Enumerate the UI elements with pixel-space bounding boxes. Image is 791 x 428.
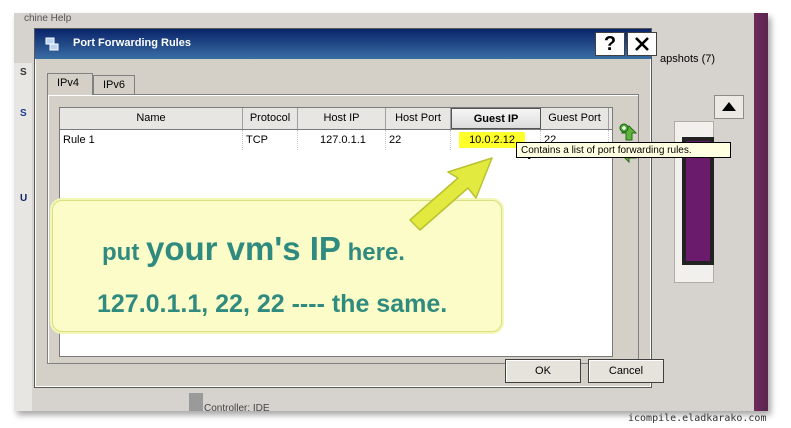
annotation-arrow-icon — [409, 157, 493, 231]
table-header: Name Protocol Host IP Host Port Guest IP… — [60, 108, 612, 130]
annotation-line-1: put your vm's IP here. — [102, 230, 405, 268]
background-sidebar: S S U — [14, 63, 32, 411]
tab-ipv6[interactable]: IPv6 — [93, 75, 135, 94]
column-header-protocol[interactable]: Protocol — [243, 108, 298, 129]
background-scrollbar — [189, 393, 203, 411]
column-header-host-port[interactable]: Host Port — [386, 108, 451, 129]
background-icon: S — [20, 67, 27, 78]
close-button[interactable] — [627, 32, 657, 56]
column-header-name[interactable]: Name — [60, 108, 243, 129]
tab-ipv4[interactable]: IPv4 — [47, 73, 93, 95]
cell-protocol[interactable]: TCP — [243, 130, 298, 150]
dialog-title: Port Forwarding Rules — [73, 37, 191, 49]
cell-host-port[interactable]: 22 — [386, 130, 451, 150]
annotation-text: put — [102, 239, 146, 266]
add-rule-icon[interactable] — [619, 123, 639, 143]
desktop-background — [754, 13, 768, 411]
cell-name[interactable]: Rule 1 — [60, 130, 243, 150]
annotation-text: here. — [340, 239, 405, 266]
background-icon: U — [20, 193, 28, 204]
snapshots-tab[interactable]: apshots (7) — [660, 53, 715, 65]
ok-button[interactable]: OK — [505, 359, 581, 383]
cancel-button[interactable]: Cancel — [588, 359, 664, 383]
annotation-text-emphasis: your vm's IP — [145, 230, 341, 267]
column-header-guest-ip[interactable]: Guest IP — [451, 108, 541, 129]
help-button[interactable]: ? — [595, 32, 625, 56]
annotation-line-2: 127.0.1.1, 22, 22 ---- the same. — [97, 290, 448, 318]
table-tooltip: Contains a list of port forwarding rules… — [516, 142, 731, 158]
watermark: icompile.eladkarako.com — [628, 413, 767, 424]
background-storage-label: Controller: IDE — [204, 403, 270, 411]
column-header-host-ip[interactable]: Host IP — [298, 108, 386, 129]
background-menu-bar: chine Help — [24, 13, 72, 24]
background-icon: S — [20, 108, 27, 119]
dialog-title-bar[interactable]: Port Forwarding Rules ? — [35, 29, 657, 59]
column-header-guest-port[interactable]: Guest Port — [541, 108, 609, 129]
cell-host-ip[interactable]: 127.0.1.1 — [298, 130, 386, 150]
scroll-up-button[interactable] — [714, 95, 744, 119]
close-icon — [635, 37, 649, 51]
network-icon — [45, 37, 59, 51]
